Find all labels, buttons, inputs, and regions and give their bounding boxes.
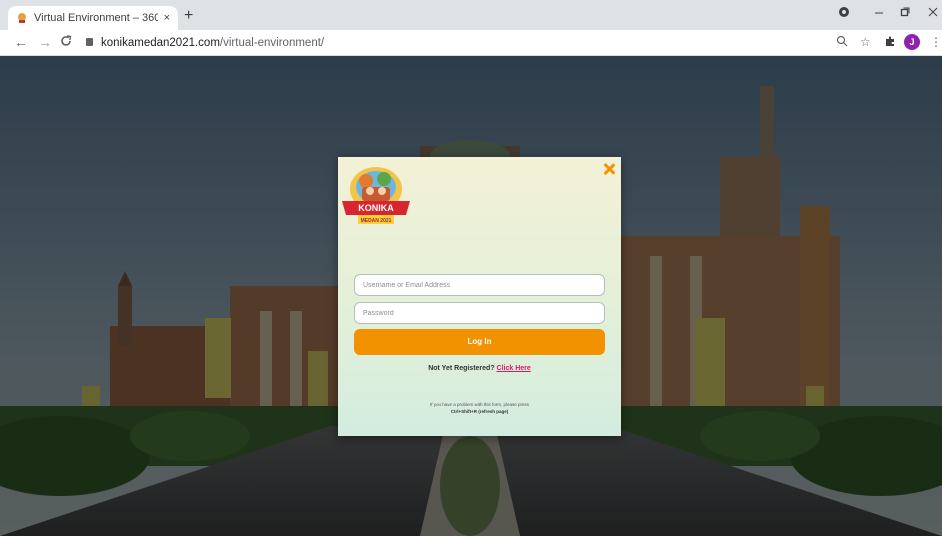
reload-icon[interactable] bbox=[60, 34, 72, 51]
url-domain: konikamedan2021.com bbox=[101, 37, 220, 49]
lock-icon bbox=[86, 38, 93, 46]
close-icon[interactable] bbox=[602, 162, 616, 176]
minimize-icon[interactable] bbox=[874, 6, 884, 21]
star-icon[interactable]: ☆ bbox=[860, 35, 871, 49]
url-path: /virtual-environment/ bbox=[219, 37, 325, 49]
favicon-icon bbox=[18, 13, 26, 23]
register-link[interactable]: Click Here bbox=[497, 365, 531, 372]
username-input[interactable] bbox=[354, 274, 605, 296]
register-prompt: Not Yet Registered? Click Here bbox=[338, 365, 621, 372]
maximize-icon[interactable] bbox=[900, 6, 910, 21]
logo-title: KONIKA bbox=[358, 203, 394, 213]
zoom-icon[interactable] bbox=[836, 35, 848, 50]
extensions-icon[interactable] bbox=[884, 35, 896, 50]
password-input[interactable] bbox=[354, 302, 605, 324]
konika-logo: KONIKA MEDAN 2021 bbox=[342, 167, 410, 224]
profile-avatar[interactable]: J bbox=[904, 34, 920, 50]
login-modal: KONIKA MEDAN 2021 Log In Not Yet Registe… bbox=[338, 157, 621, 436]
help-line-2: Ctrl+Shift+R (refresh page) bbox=[450, 409, 509, 414]
new-tab-button[interactable]: + bbox=[184, 7, 193, 25]
close-icon[interactable] bbox=[928, 6, 938, 21]
help-line-1: If you have a problem with this form, pl… bbox=[429, 402, 530, 407]
browser-tab[interactable]: Virtual Environment – 360 Login × bbox=[8, 6, 178, 30]
help-text: If you have a problem with this form, pl… bbox=[338, 401, 621, 415]
browser-toolbar: ← → konikamedan2021.com/virtual-environm… bbox=[0, 30, 942, 56]
forward-icon[interactable]: → bbox=[38, 34, 52, 50]
tab-close-icon[interactable]: × bbox=[164, 12, 170, 24]
virtual-environment-scene: KONIKA MEDAN 2021 Log In Not Yet Registe… bbox=[0, 56, 942, 536]
logo-subtitle: MEDAN 2021 bbox=[361, 218, 392, 224]
login-button[interactable]: Log In bbox=[354, 329, 605, 355]
address-bar[interactable]: konikamedan2021.com/virtual-environment/ bbox=[86, 34, 324, 52]
menu-icon[interactable]: ⋮ bbox=[930, 35, 942, 49]
register-text: Not Yet Registered? bbox=[428, 365, 495, 372]
back-icon[interactable]: ← bbox=[14, 34, 28, 50]
tab-bar: Virtual Environment – 360 Login × + bbox=[0, 0, 942, 30]
tab-title: Virtual Environment – 360 Login bbox=[34, 12, 158, 24]
chrome-account-icon[interactable] bbox=[838, 6, 850, 21]
